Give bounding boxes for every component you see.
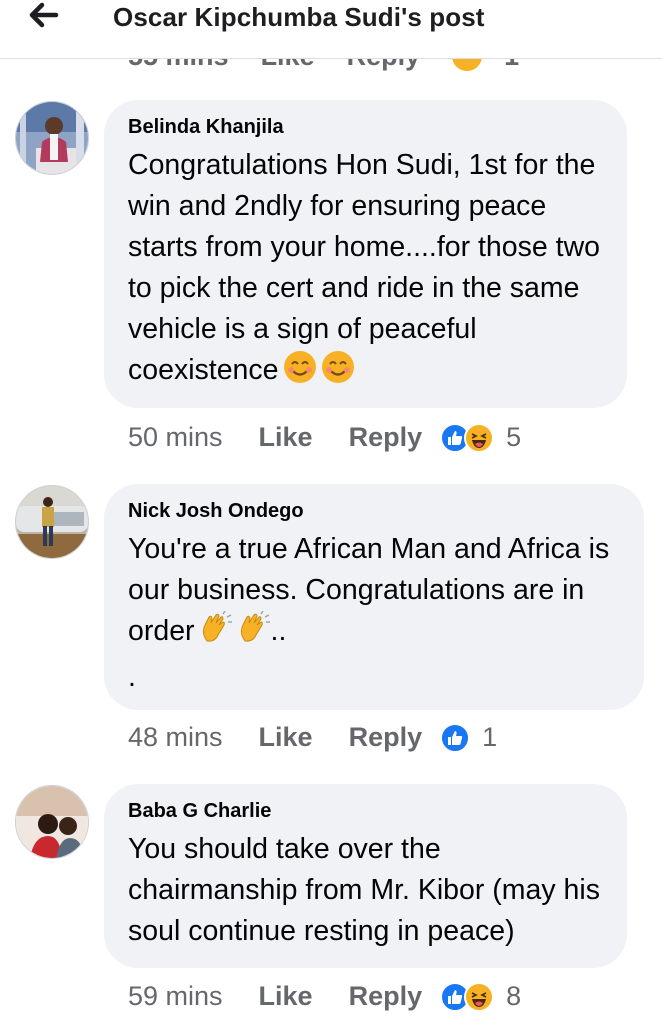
avatar[interactable]	[15, 485, 89, 559]
reply-button[interactable]: Reply	[349, 422, 423, 453]
comment-author[interactable]: Belinda Khanjila	[128, 116, 607, 139]
comment-time[interactable]: 50 mins	[128, 422, 223, 453]
page-title: Oscar Kipchumba Sudi's post	[113, 2, 485, 32]
back-button[interactable]	[22, 0, 66, 34]
reply-button[interactable]: Reply	[349, 981, 423, 1012]
smiling-face-icon	[283, 350, 317, 396]
comment-author[interactable]: Nick Josh Ondego	[128, 500, 624, 523]
comment-actions: 59 mins Like Reply 8	[128, 981, 521, 1012]
comment-actions: 48 mins Like Reply 1	[128, 722, 497, 753]
reply-button[interactable]: Reply	[349, 722, 423, 753]
reaction-count: 1	[504, 58, 519, 72]
reaction-count: 8	[506, 981, 522, 1011]
comment-time[interactable]: 48 mins	[128, 722, 223, 753]
avatar[interactable]	[15, 785, 89, 859]
like-button[interactable]: Like	[261, 58, 315, 72]
reactions[interactable]	[440, 981, 495, 1012]
previous-comment-actions: 55 mins Like Reply 1	[0, 58, 662, 74]
like-reaction-icon	[440, 722, 471, 753]
clapping-hands-icon	[237, 610, 271, 657]
comment-text: You should take over the chairmanship fr…	[128, 833, 600, 947]
haha-reaction-icon	[464, 981, 495, 1012]
haha-reaction-icon	[452, 58, 483, 71]
comment-author[interactable]: Baba G Charlie	[128, 800, 607, 823]
reaction-count: 5	[506, 422, 522, 452]
comment-time: 55 mins	[128, 58, 229, 72]
comment-text: You're a true African Man and Africa is …	[128, 533, 610, 693]
comment-bubble: Belinda Khanjila Congratulations Hon Sud…	[104, 100, 627, 408]
top-bar: Oscar Kipchumba Sudi's post	[0, 0, 662, 59]
reply-button[interactable]: Reply	[347, 58, 421, 72]
comment-bubble: Nick Josh Ondego You're a true African M…	[104, 484, 644, 710]
reactions[interactable]	[440, 722, 471, 753]
clapping-hands-icon	[199, 610, 233, 657]
haha-reaction-icon	[464, 422, 495, 453]
like-button[interactable]: Like	[259, 981, 313, 1012]
comment-text: Congratulations Hon Sudi, 1st for the wi…	[128, 145, 607, 396]
comment-bubble: Baba G Charlie You should take over the …	[104, 784, 627, 968]
avatar[interactable]	[15, 101, 89, 175]
comment-time[interactable]: 59 mins	[128, 981, 223, 1012]
comment-actions: 50 mins Like Reply 5	[128, 422, 521, 453]
like-button[interactable]: Like	[259, 422, 313, 453]
back-arrow-icon	[29, 2, 59, 28]
reaction-count: 1	[482, 722, 498, 752]
smiling-face-icon	[321, 350, 355, 396]
like-button[interactable]: Like	[259, 722, 313, 753]
reactions[interactable]	[440, 422, 495, 453]
